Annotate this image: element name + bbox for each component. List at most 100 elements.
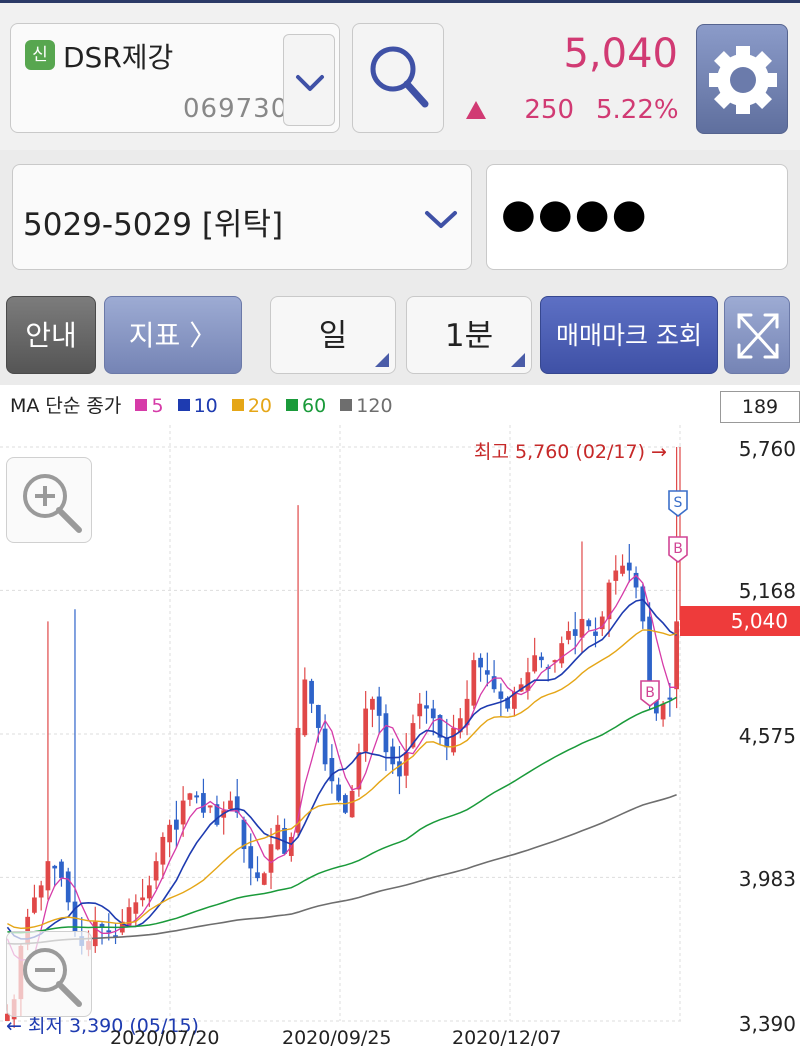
ma120-label: 120 xyxy=(356,395,393,417)
candle-body xyxy=(593,631,598,636)
candle-body xyxy=(228,800,233,810)
new-credit-badge: 신 xyxy=(25,40,55,70)
candle-body xyxy=(532,655,538,672)
candle-body xyxy=(620,565,625,574)
candle-body xyxy=(417,703,423,717)
candle-body xyxy=(201,793,206,813)
trade-mark-button[interactable]: 매매마크 조회 xyxy=(540,296,718,374)
candle-body xyxy=(268,844,274,873)
dropdown-corner-icon xyxy=(511,353,525,367)
ma10-label: 10 xyxy=(193,395,218,417)
buy-mark: B xyxy=(668,536,688,564)
high-price-label: 최고 5,760 (02/17) → xyxy=(474,441,667,463)
y-axis-label: 4,575 xyxy=(738,724,796,748)
candle-body xyxy=(153,861,159,881)
zoom-in-icon xyxy=(23,474,82,533)
candle-body xyxy=(140,897,145,901)
account-panel: 5029-5029 [위탁] ●●●● xyxy=(0,150,800,285)
candle-body xyxy=(626,562,632,571)
password-field[interactable]: ●●●● xyxy=(486,164,788,270)
candle-body xyxy=(255,872,260,879)
candle-body xyxy=(484,670,490,675)
candle-body xyxy=(174,819,179,830)
candle-body xyxy=(146,885,152,899)
candle-body xyxy=(667,697,673,700)
zoom-in-button[interactable] xyxy=(6,457,92,543)
price-up-icon xyxy=(466,101,486,119)
candle-body xyxy=(99,923,105,927)
candle-body xyxy=(586,620,592,627)
candle-body xyxy=(309,680,314,704)
account-selector[interactable]: 5029-5029 [위탁] xyxy=(12,164,472,270)
candle-body xyxy=(370,698,375,710)
ma20-swatch xyxy=(231,399,244,411)
y-axis-label: 5,760 xyxy=(738,437,796,461)
sell-mark-letter: S xyxy=(674,495,683,511)
candle-body xyxy=(45,861,51,891)
search-button[interactable] xyxy=(352,23,444,133)
dropdown-corner-icon xyxy=(375,353,389,367)
candle-body xyxy=(194,795,200,798)
stock-name: DSR제강 xyxy=(63,41,174,74)
candle-body xyxy=(674,621,679,690)
buy-mark-letter: B xyxy=(673,541,683,557)
x-axis-label: 2020/12/07 xyxy=(452,1027,562,1049)
gear-icon xyxy=(709,46,777,114)
candle-body xyxy=(180,800,186,825)
chevron-down-icon xyxy=(296,75,324,91)
candle-body xyxy=(106,930,112,933)
stock-selector[interactable]: 신 DSR제강 069730 xyxy=(10,23,340,133)
candle-body xyxy=(315,704,321,728)
guide-button[interactable]: 안내 xyxy=(6,296,96,374)
price-chart[interactable]: S B B MA 단순 종가 5 10 20 60 120 189 5,760 5,… xyxy=(0,385,800,1058)
current-price-marker: 5,040 xyxy=(680,606,800,636)
candle-body xyxy=(38,885,44,898)
y-axis-label: 3,390 xyxy=(738,1012,796,1036)
candle-body xyxy=(336,784,341,801)
price-change: 250 xyxy=(524,95,574,125)
candle-body xyxy=(478,657,483,668)
chevron-down-icon xyxy=(425,211,457,228)
candle-body xyxy=(498,691,504,699)
stock-header-panel: 신 DSR제강 069730 5,040 250 5.22% xyxy=(0,3,800,150)
candlestick-chart[interactable]: S B B xyxy=(0,385,800,1058)
ma5-label: 5 xyxy=(151,395,164,417)
candle-body xyxy=(376,696,382,716)
x-axis-label: 2020/07/20 xyxy=(110,1027,220,1049)
current-price: 5,040 xyxy=(563,31,678,77)
legend-title: MA 단순 종가 xyxy=(10,395,122,417)
ma60-line xyxy=(7,696,677,934)
price-change-rate: 5.22% xyxy=(596,95,679,125)
y-axis-label: 5,168 xyxy=(738,579,796,603)
zoom-out-button[interactable] xyxy=(6,931,92,1017)
sell-mark: S xyxy=(668,490,688,518)
ma10-swatch xyxy=(177,399,190,411)
indicator-button[interactable]: 지표 〉 xyxy=(104,296,242,374)
ma120-swatch xyxy=(340,399,353,411)
settings-button[interactable] xyxy=(696,24,788,134)
candle-body xyxy=(424,705,429,709)
ma60-label: 60 xyxy=(302,395,327,417)
candle-body xyxy=(613,570,619,581)
expand-icon xyxy=(737,313,779,359)
fullscreen-button[interactable] xyxy=(724,296,790,374)
ma5-swatch xyxy=(135,399,148,411)
candle-body xyxy=(32,897,37,913)
ma20-label: 20 xyxy=(247,395,272,417)
candle-body xyxy=(559,643,565,664)
zoom-out-icon xyxy=(23,948,82,1007)
stock-dropdown-button[interactable] xyxy=(283,34,335,126)
candle-body xyxy=(397,761,402,777)
buy-mark-letter: B xyxy=(645,685,655,701)
ma10-line xyxy=(6,598,678,940)
candle-body xyxy=(207,805,213,808)
period-selector[interactable]: 일 xyxy=(270,296,396,374)
candle-body xyxy=(248,846,254,869)
x-axis-label: 2020/09/25 xyxy=(282,1027,392,1049)
candle-body xyxy=(275,824,281,850)
account-number: 5029-5029 [위탁] xyxy=(23,207,284,243)
chart-toolbar: 안내 지표 〉 일 1분 매매마크 조회 xyxy=(0,285,800,385)
candle-count-field[interactable]: 189 xyxy=(720,391,800,423)
ma60-swatch xyxy=(286,399,299,411)
minute-selector[interactable]: 1분 xyxy=(406,296,532,374)
